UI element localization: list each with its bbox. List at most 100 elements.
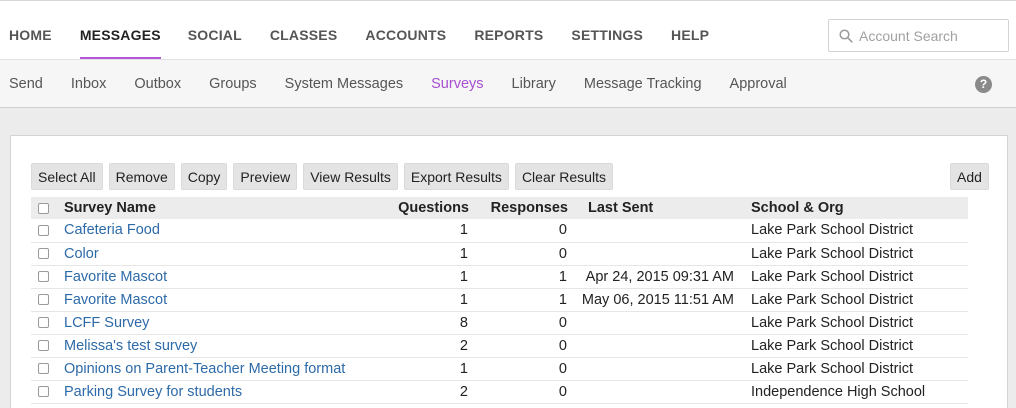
responses-cell: 0	[469, 242, 568, 266]
table-row: Opinions on Parent-Teacher Meeting forma…	[31, 357, 968, 381]
survey-name-link[interactable]: Favorite Mascot	[64, 269, 167, 285]
survey-name-link[interactable]: Favorite Mascot	[64, 292, 167, 308]
row-select-cell	[31, 242, 64, 266]
row-checkbox[interactable]	[38, 271, 49, 283]
row-select-cell	[31, 334, 64, 358]
messages-subnav: Send Inbox Outbox Groups System Messages Surv…	[0, 60, 787, 109]
row-select-cell	[31, 265, 64, 289]
account-search-input[interactable]	[859, 27, 999, 44]
row-checkbox[interactable]	[38, 317, 49, 329]
sub-navigation-bar: Send Inbox Outbox Groups System Messages Surv…	[0, 59, 1016, 108]
row-checkbox[interactable]	[38, 340, 49, 352]
clear-results-button[interactable]: Clear Results	[514, 163, 613, 190]
responses-cell: 1	[469, 265, 568, 289]
row-select-cell	[31, 288, 64, 312]
survey-name-cell: Parking Survey for students	[64, 380, 356, 404]
subnav-item-send[interactable]: Send	[9, 60, 43, 109]
question-circle-icon[interactable]: ?	[975, 76, 992, 93]
table-row: Melissa's test survey 2 0 Lake Park School …	[31, 334, 968, 358]
questions-cell: 2	[356, 380, 469, 404]
account-search-box[interactable]	[828, 19, 1009, 52]
survey-name-cell: LCFF Survey	[64, 311, 356, 335]
subnav-item-system-messages[interactable]: System Messages	[285, 60, 403, 109]
row-checkbox[interactable]	[38, 248, 49, 260]
subnav-item-outbox[interactable]: Outbox	[134, 60, 181, 109]
table-body: Cafeteria Food 1 0 Lake Park School Distric…	[31, 219, 968, 404]
nav-item-reports[interactable]: REPORTS	[474, 1, 543, 60]
school-org-cell: Lake Park School District	[751, 265, 968, 289]
table-row: Cafeteria Food 1 0 Lake Park School Distric…	[31, 219, 968, 243]
header-survey-name[interactable]: Survey Name	[64, 197, 356, 219]
survey-name-cell: Color	[64, 242, 356, 266]
survey-name-link[interactable]: Cafeteria Food	[64, 222, 160, 238]
surveys-table: Survey Name Questions Responses Last Sen…	[31, 197, 968, 404]
row-checkbox[interactable]	[38, 224, 49, 236]
select-all-cell	[31, 197, 64, 219]
row-select-cell	[31, 311, 64, 335]
nav-item-help[interactable]: HELP	[671, 1, 709, 60]
school-org-cell: Independence High School	[751, 380, 968, 404]
last-sent-cell	[568, 219, 751, 243]
responses-cell: 0	[469, 219, 568, 243]
surveys-panel: Select All Remove Copy Preview View Results E…	[10, 135, 1008, 408]
subnav-item-surveys[interactable]: Surveys	[431, 60, 483, 109]
survey-name-link[interactable]: Color	[64, 246, 99, 262]
survey-name-link[interactable]: Opinions on Parent-Teacher Meeting forma…	[64, 361, 345, 377]
last-sent-cell	[568, 311, 751, 335]
survey-name-cell: Favorite Mascot	[64, 288, 356, 312]
last-sent-cell	[568, 334, 751, 358]
questions-cell: 1	[356, 219, 469, 243]
row-checkbox[interactable]	[38, 386, 49, 398]
questions-cell: 1	[356, 357, 469, 381]
row-select-cell	[31, 357, 64, 381]
select-all-button[interactable]: Select All	[31, 163, 103, 190]
survey-name-link[interactable]: Parking Survey for students	[64, 384, 242, 400]
row-checkbox[interactable]	[38, 363, 49, 375]
last-sent-cell: May 06, 2015 11:51 AM	[568, 288, 751, 312]
subnav-item-message-tracking[interactable]: Message Tracking	[584, 60, 702, 109]
subnav-item-groups[interactable]: Groups	[209, 60, 257, 109]
survey-toolbar: Select All Remove Copy Preview View Results E…	[31, 163, 619, 190]
header-responses[interactable]: Responses	[469, 197, 568, 219]
table-row: Parking Survey for students 2 0 Independenc…	[31, 380, 968, 404]
nav-item-messages[interactable]: MESSAGES	[79, 1, 161, 60]
header-questions[interactable]: Questions	[356, 197, 469, 219]
nav-item-classes[interactable]: CLASSES	[270, 1, 338, 60]
preview-button[interactable]: Preview	[233, 163, 298, 190]
subnav-item-inbox[interactable]: Inbox	[71, 60, 106, 109]
view-results-button[interactable]: View Results	[303, 163, 398, 190]
nav-item-social[interactable]: SOCIAL	[188, 1, 242, 60]
header-last-sent[interactable]: Last Sent	[568, 197, 751, 219]
row-checkbox[interactable]	[38, 294, 49, 306]
nav-item-settings[interactable]: SETTINGS	[571, 1, 643, 60]
survey-name-cell: Opinions on Parent-Teacher Meeting forma…	[64, 357, 356, 381]
select-all-checkbox[interactable]	[38, 202, 49, 214]
nav-item-accounts[interactable]: ACCOUNTS	[365, 1, 446, 60]
school-org-cell: Lake Park School District	[751, 311, 968, 335]
subnav-item-approval[interactable]: Approval	[730, 60, 787, 109]
responses-cell: 0	[469, 334, 568, 358]
school-org-cell: Lake Park School District	[751, 357, 968, 381]
last-sent-cell	[568, 242, 751, 266]
copy-button[interactable]: Copy	[180, 163, 228, 190]
school-org-cell: Lake Park School District	[751, 219, 968, 243]
survey-name-link[interactable]: LCFF Survey	[64, 315, 149, 331]
questions-cell: 1	[356, 265, 469, 289]
export-results-button[interactable]: Export Results	[403, 163, 509, 190]
subnav-item-library[interactable]: Library	[512, 60, 556, 109]
last-sent-cell: Apr 24, 2015 09:31 AM	[568, 265, 751, 289]
remove-button[interactable]: Remove	[108, 163, 175, 190]
table-row: Favorite Mascot 1 1 Apr 24, 2015 09:31 AM La…	[31, 265, 968, 289]
row-select-cell	[31, 219, 64, 243]
survey-name-cell: Cafeteria Food	[64, 219, 356, 243]
header-school-org[interactable]: School & Org	[751, 197, 968, 219]
add-button[interactable]: Add	[950, 163, 989, 190]
questions-cell: 1	[356, 288, 469, 312]
responses-cell: 0	[469, 380, 568, 404]
row-select-cell	[31, 380, 64, 404]
nav-item-home[interactable]: HOME	[9, 1, 52, 60]
survey-name-link[interactable]: Melissa's test survey	[64, 338, 197, 354]
questions-cell: 1	[356, 242, 469, 266]
search-icon	[839, 28, 853, 43]
questions-cell: 2	[356, 334, 469, 358]
